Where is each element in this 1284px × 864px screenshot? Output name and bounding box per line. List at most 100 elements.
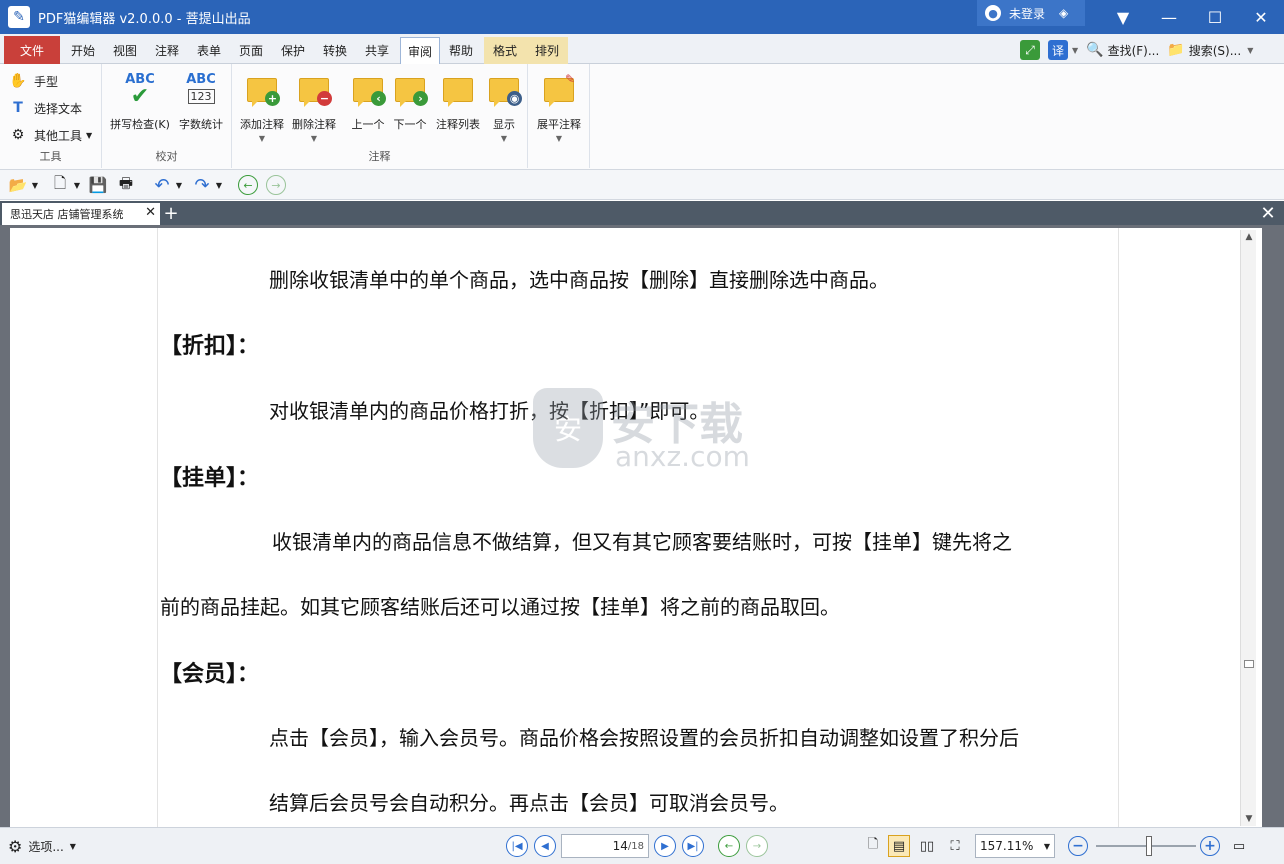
maximize-button[interactable]: ☐ bbox=[1192, 0, 1238, 34]
zoom-select[interactable]: 157.11% ▼ bbox=[975, 834, 1055, 858]
back-view-button[interactable]: ← bbox=[718, 835, 740, 857]
other-tools-button[interactable]: ⚙ 其他工具 ▼ bbox=[8, 124, 92, 146]
chevron-down-icon[interactable]: ▼ bbox=[1247, 46, 1253, 55]
forward-view-button[interactable]: → bbox=[746, 835, 768, 857]
doc-paragraph: 收银清单内的商品信息不做结算，但又有其它顾客要结账时，可按【挂单】键先将之 bbox=[272, 530, 1012, 554]
tab-format[interactable]: 格式 bbox=[484, 37, 526, 64]
menu-dropdown-button[interactable]: ▼ bbox=[1100, 0, 1146, 34]
delete-annotation-button[interactable]: − 删除注释 ▼ bbox=[288, 72, 340, 143]
scroll-up-icon[interactable]: ▲ bbox=[1241, 230, 1257, 244]
scrollbar-thumb[interactable] bbox=[1244, 660, 1254, 668]
tools-group: ✋ 手型 T 选择文本 ⚙ 其他工具 ▼ 工具 bbox=[0, 64, 102, 168]
ribbon-panel: ✋ 手型 T 选择文本 ⚙ 其他工具 ▼ 工具 ABC ✔ 拼写检查(K) AB… bbox=[0, 64, 1284, 170]
add-annotation-button[interactable]: + 添加注释 ▼ bbox=[236, 72, 288, 143]
save-icon[interactable]: 💾 bbox=[88, 175, 108, 195]
minimize-button[interactable]: — bbox=[1146, 0, 1192, 34]
app-logo-icon: ✎ bbox=[8, 6, 30, 28]
fullscreen-icon[interactable]: ⤢ bbox=[1020, 40, 1040, 60]
tab-review[interactable]: 审阅 bbox=[400, 37, 440, 65]
close-button[interactable]: ✕ bbox=[1238, 0, 1284, 34]
login-button[interactable]: ● 未登录 ◈ bbox=[977, 0, 1085, 26]
select-text-label: 选择文本 bbox=[34, 101, 83, 116]
chevron-down-icon[interactable]: ▼ bbox=[214, 175, 224, 195]
zoom-in-button[interactable]: + bbox=[1200, 836, 1220, 856]
page-number-field[interactable]: 14 /18 bbox=[561, 834, 649, 858]
vertical-scrollbar[interactable]: ▲ ▼ bbox=[1240, 230, 1256, 826]
undo-icon[interactable]: ↶ bbox=[152, 175, 172, 196]
annotation-list-button[interactable]: 注释列表 bbox=[432, 72, 484, 132]
word-count-button[interactable]: ABC 123 字数统计 bbox=[174, 72, 228, 132]
show-annotations-label: 显示 bbox=[493, 118, 515, 131]
back-icon[interactable]: ← bbox=[238, 175, 258, 195]
tab-protect[interactable]: 保护 bbox=[274, 37, 312, 64]
gear-icon: ⚙ bbox=[11, 127, 25, 143]
flatten-group: ✎ 展平注释 ▼ bbox=[528, 64, 590, 168]
options-button[interactable]: ⚙ 选项... ▼ bbox=[8, 836, 76, 856]
fit-page-icon[interactable]: ⛶ bbox=[944, 835, 966, 857]
flatten-annotations-button[interactable]: ✎ 展平注释 ▼ bbox=[530, 72, 588, 143]
tab-view[interactable]: 视图 bbox=[106, 37, 144, 64]
document-tab-title: 思迅天店 店铺管理系统 bbox=[10, 208, 124, 221]
previous-annotation-button[interactable]: ‹ 上一个 bbox=[348, 72, 388, 132]
hand-tool-button[interactable]: ✋ 手型 bbox=[8, 70, 58, 92]
zoom-slider-thumb[interactable] bbox=[1146, 836, 1152, 856]
search-folder-icon: 📁 bbox=[1167, 42, 1185, 58]
login-label: 未登录 bbox=[1009, 6, 1046, 21]
tab-start[interactable]: 开始 bbox=[64, 37, 102, 64]
tab-annotate[interactable]: 注释 bbox=[148, 37, 186, 64]
delete-annotation-label: 删除注释 bbox=[292, 118, 336, 131]
fullscreen-icon[interactable]: ▭ bbox=[1228, 835, 1250, 857]
tab-arrange[interactable]: 排列 bbox=[526, 37, 568, 64]
document-tab-bar: 思迅天店 店铺管理系统 ✕ + ✕ bbox=[0, 201, 1284, 225]
translate-button[interactable]: 译 bbox=[1048, 40, 1068, 60]
word-count-label: 字数统计 bbox=[179, 118, 223, 131]
scroll-down-icon[interactable]: ▼ bbox=[1241, 812, 1257, 826]
spell-check-button[interactable]: ABC ✔ 拼写检查(K) bbox=[108, 72, 172, 132]
open-folder-icon[interactable]: 📂 bbox=[8, 175, 28, 195]
next-page-button[interactable]: ▶ bbox=[654, 835, 676, 857]
tab-file[interactable]: 文件 bbox=[4, 36, 60, 64]
zoom-out-button[interactable]: − bbox=[1068, 836, 1088, 856]
tab-share[interactable]: 共享 bbox=[358, 37, 396, 64]
redo-icon[interactable]: ↷ bbox=[192, 175, 212, 196]
pdf-page: 删除收银清单中的单个商品，选中商品按【删除】直接删除选中商品。 【折扣】： 对收… bbox=[10, 228, 1262, 827]
page-margin-left bbox=[157, 228, 158, 827]
forward-icon[interactable]: → bbox=[266, 175, 286, 195]
last-page-button[interactable]: ▶| bbox=[682, 835, 704, 857]
previous-page-button[interactable]: ◀ bbox=[534, 835, 556, 857]
chevron-down-icon[interactable]: ▼ bbox=[1072, 46, 1078, 55]
right-toolbar: ⤢ 译 ▼ 🔍 查找(F)... 📁 搜索(S)... ▼ bbox=[1020, 39, 1253, 61]
chevron-down-icon[interactable]: ▼ bbox=[174, 175, 184, 195]
new-tab-icon[interactable]: + bbox=[162, 203, 180, 224]
watermark: 安 安下载 anxz.com bbox=[533, 388, 833, 498]
quick-access-toolbar: 📂 ▼ 🗋 ▼ 💾 🖶 ↶ ▼ ↷ ▼ ← → bbox=[0, 170, 1284, 200]
chevron-down-icon[interactable]: ▼ bbox=[30, 175, 40, 195]
show-annotations-button[interactable]: ◉ 显示 ▼ bbox=[486, 72, 522, 143]
previous-annotation-label: 上一个 bbox=[351, 118, 385, 131]
tab-form[interactable]: 表单 bbox=[190, 37, 228, 64]
find-button[interactable]: 查找(F)... bbox=[1108, 42, 1160, 59]
tab-convert[interactable]: 转换 bbox=[316, 37, 354, 64]
print-icon[interactable]: 🖶 bbox=[116, 174, 136, 195]
close-tab-icon[interactable]: ✕ bbox=[145, 205, 156, 220]
status-bar: ⚙ 选项... ▼ |◀ ◀ 14 /18 ▶ ▶| ← → 🗋 ▤ ▯▯ ⛶ … bbox=[0, 827, 1284, 864]
single-page-icon[interactable]: 🗋 bbox=[862, 835, 884, 857]
eye-note-icon: ◉ bbox=[486, 72, 522, 108]
watermark-url: anxz.com bbox=[615, 440, 750, 473]
document-tab[interactable]: 思迅天店 店铺管理系统 ✕ bbox=[2, 203, 160, 225]
select-text-button[interactable]: T 选择文本 bbox=[8, 97, 82, 119]
delete-note-icon: − bbox=[296, 72, 332, 108]
chevron-down-icon[interactable]: ▼ bbox=[72, 175, 82, 195]
add-annotation-label: 添加注释 bbox=[240, 118, 284, 131]
close-all-icon[interactable]: ✕ bbox=[1258, 203, 1278, 224]
options-label: 选项... bbox=[28, 839, 64, 854]
first-page-button[interactable]: |◀ bbox=[506, 835, 528, 857]
next-annotation-button[interactable]: › 下一个 bbox=[390, 72, 430, 132]
tab-page[interactable]: 页面 bbox=[232, 37, 270, 64]
new-document-icon[interactable]: 🗋 bbox=[50, 174, 70, 195]
tab-help[interactable]: 帮助 bbox=[442, 37, 480, 64]
continuous-page-icon[interactable]: ▤ bbox=[888, 835, 910, 857]
search-button[interactable]: 搜索(S)... bbox=[1189, 42, 1241, 59]
two-page-icon[interactable]: ▯▯ bbox=[916, 835, 938, 857]
hand-tool-label: 手型 bbox=[34, 74, 59, 89]
